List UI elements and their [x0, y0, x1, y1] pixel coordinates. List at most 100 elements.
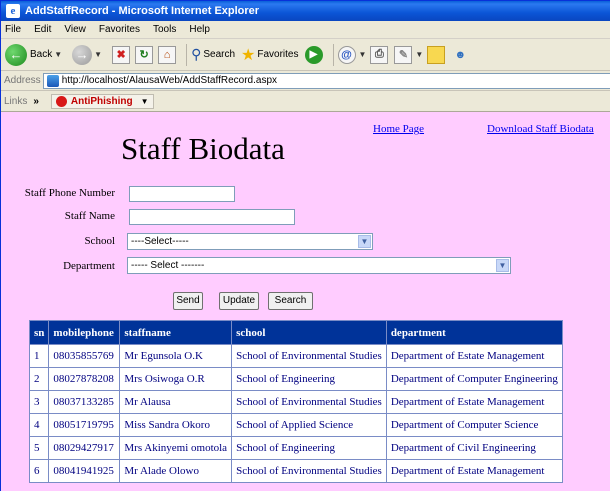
cell-mobilephone: 08041941925 [48, 459, 121, 483]
column-header-mobilephone: mobilephone [48, 320, 121, 345]
update-button[interactable]: Update [219, 292, 259, 310]
menu-view[interactable]: View [64, 24, 86, 35]
print-icon[interactable]: ⎙ [370, 45, 389, 64]
cell-school: School of Applied Science [231, 413, 387, 437]
cell-sn: 1 [28, 344, 50, 368]
staff-phone-input[interactable] [129, 186, 235, 202]
toolbar: ← Back ▼ → ▼ ✖ ↻ ⌂ ⚲ Search ★ Favorites … [1, 39, 610, 71]
menu-favorites[interactable]: Favorites [99, 24, 140, 35]
cell-staffname: Miss Sandra Okoro [119, 413, 233, 437]
school-selected-value: ----Select----- [131, 236, 189, 247]
staff-table: sn mobilephone staffname school departme… [28, 320, 563, 483]
staff-name-input[interactable] [129, 209, 295, 225]
menu-edit[interactable]: Edit [34, 24, 51, 35]
column-header-sn: sn [28, 320, 50, 345]
cell-mobilephone: 08037133285 [48, 390, 121, 414]
title-bar: e AddStaffRecord - Microsoft Internet Ex… [1, 1, 610, 21]
cell-department: Department of Estate Management [385, 459, 563, 483]
favorites-label: Favorites [257, 49, 299, 60]
edit-icon[interactable]: ✎ [394, 45, 413, 64]
cell-staffname: Mrs Akinyemi omotola [119, 436, 233, 460]
cell-sn: 2 [28, 367, 50, 391]
table-row: 5 08029427917 Mrs Akinyemi omotola Schoo… [28, 436, 563, 460]
cell-department: Department of Estate Management [385, 344, 563, 368]
department-selected-value: ----- Select ------- [131, 260, 205, 271]
forward-button[interactable]: → ▼ [72, 44, 106, 65]
home-page-link[interactable]: Home Page [373, 123, 424, 135]
window-title: AddStaffRecord - Microsoft Internet Expl… [25, 5, 260, 17]
messenger-icon[interactable]: ☻ [451, 46, 469, 64]
links-bar: Links » AntiPhishing ▼ [1, 91, 610, 112]
cell-mobilephone: 08027878208 [48, 367, 121, 391]
table-header-row: sn mobilephone staffname school departme… [28, 320, 563, 345]
column-header-school: school [231, 320, 387, 345]
mail-dropdown-icon[interactable]: ▼ [359, 50, 367, 59]
download-staff-biodata-link[interactable]: Download Staff Biodata [487, 123, 594, 135]
links-chevron-icon[interactable]: » [33, 96, 39, 107]
refresh-icon[interactable]: ↻ [135, 45, 154, 64]
chevron-down-icon[interactable]: ▼ [496, 259, 509, 272]
chevron-down-icon[interactable]: ▼ [358, 235, 371, 248]
cell-department: Department of Computer Engineering [385, 367, 563, 391]
cell-school: School of Environmental Studies [231, 344, 387, 368]
cell-department: Department of Estate Management [385, 390, 563, 414]
back-button[interactable]: ← Back ▼ [5, 43, 66, 66]
page-content: Staff Biodata Home Page Download Staff B… [1, 112, 610, 491]
table-row: 1 08035855769 Mr Egunsola O.K School of … [28, 344, 563, 368]
toolbar-separator [332, 43, 334, 66]
cell-school: School of Environmental Studies [231, 459, 387, 483]
cell-school: School of Engineering [231, 367, 387, 391]
cell-department: Department of Computer Science [385, 413, 563, 437]
home-icon[interactable]: ⌂ [158, 45, 177, 64]
cell-sn: 5 [28, 436, 50, 460]
media-icon[interactable]: ▶ [304, 45, 323, 64]
mail-icon[interactable]: @ [337, 45, 356, 64]
school-select[interactable]: ----Select----- ▼ [127, 233, 373, 250]
table-row: 3 08037133285 Mr Alausa School of Enviro… [28, 390, 563, 414]
stop-icon[interactable]: ✖ [112, 45, 131, 64]
favorites-star-icon: ★ [241, 46, 256, 64]
cell-department: Department of Civil Engineering [385, 436, 563, 460]
menu-tools[interactable]: Tools [153, 24, 176, 35]
cell-sn: 6 [28, 459, 50, 483]
address-input[interactable]: http://localhost/AlausaWeb/AddStaffRecor… [42, 72, 610, 89]
antiphishing-icon [55, 95, 67, 107]
address-bar: Address http://localhost/AlausaWeb/AddSt… [1, 71, 610, 91]
forward-arrow-icon: → [72, 44, 93, 65]
cell-sn: 4 [28, 413, 50, 437]
cell-staffname: Mrs Osiwoga O.R [119, 367, 233, 391]
cell-sn: 3 [28, 390, 50, 414]
search-icon: ⚲ [191, 46, 202, 62]
back-label: Back [30, 49, 53, 60]
browser-window: e AddStaffRecord - Microsoft Internet Ex… [0, 0, 610, 491]
staff-phone-label: Staff Phone Number [24, 187, 115, 199]
department-label: Department [63, 260, 115, 272]
search-button[interactable]: ⚲ Search [191, 46, 235, 63]
search-button[interactable]: Search [268, 292, 313, 310]
send-button[interactable]: Send [173, 292, 203, 310]
address-label: Address [4, 75, 41, 86]
toolbar-separator [186, 43, 188, 66]
forward-dropdown-icon[interactable]: ▼ [94, 50, 102, 59]
menu-help[interactable]: Help [189, 24, 210, 35]
edit-dropdown-icon[interactable]: ▼ [415, 50, 423, 59]
cell-staffname: Mr Alausa [119, 390, 233, 414]
cell-mobilephone: 08029427917 [48, 436, 121, 460]
antiphishing-button[interactable]: AntiPhishing ▼ [50, 93, 154, 109]
links-label: Links [4, 95, 28, 107]
column-header-department: department [385, 320, 563, 345]
antiphishing-dropdown-icon[interactable]: ▼ [141, 97, 149, 106]
page-icon [46, 74, 59, 87]
ie-icon: e [6, 4, 20, 18]
menu-file[interactable]: File [5, 24, 21, 35]
department-select[interactable]: ----- Select ------- ▼ [127, 257, 511, 274]
cell-school: School of Engineering [231, 436, 387, 460]
menu-bar: File Edit View Favorites Tools Help [1, 21, 610, 39]
cell-school: School of Environmental Studies [231, 390, 387, 414]
favorites-button[interactable]: ★ Favorites [241, 45, 298, 65]
folder-icon[interactable] [427, 45, 446, 64]
back-dropdown-icon[interactable]: ▼ [54, 50, 62, 59]
column-header-staffname: staffname [119, 320, 233, 345]
antiphishing-label: AntiPhishing [70, 95, 133, 107]
back-arrow-icon: ← [5, 43, 27, 66]
